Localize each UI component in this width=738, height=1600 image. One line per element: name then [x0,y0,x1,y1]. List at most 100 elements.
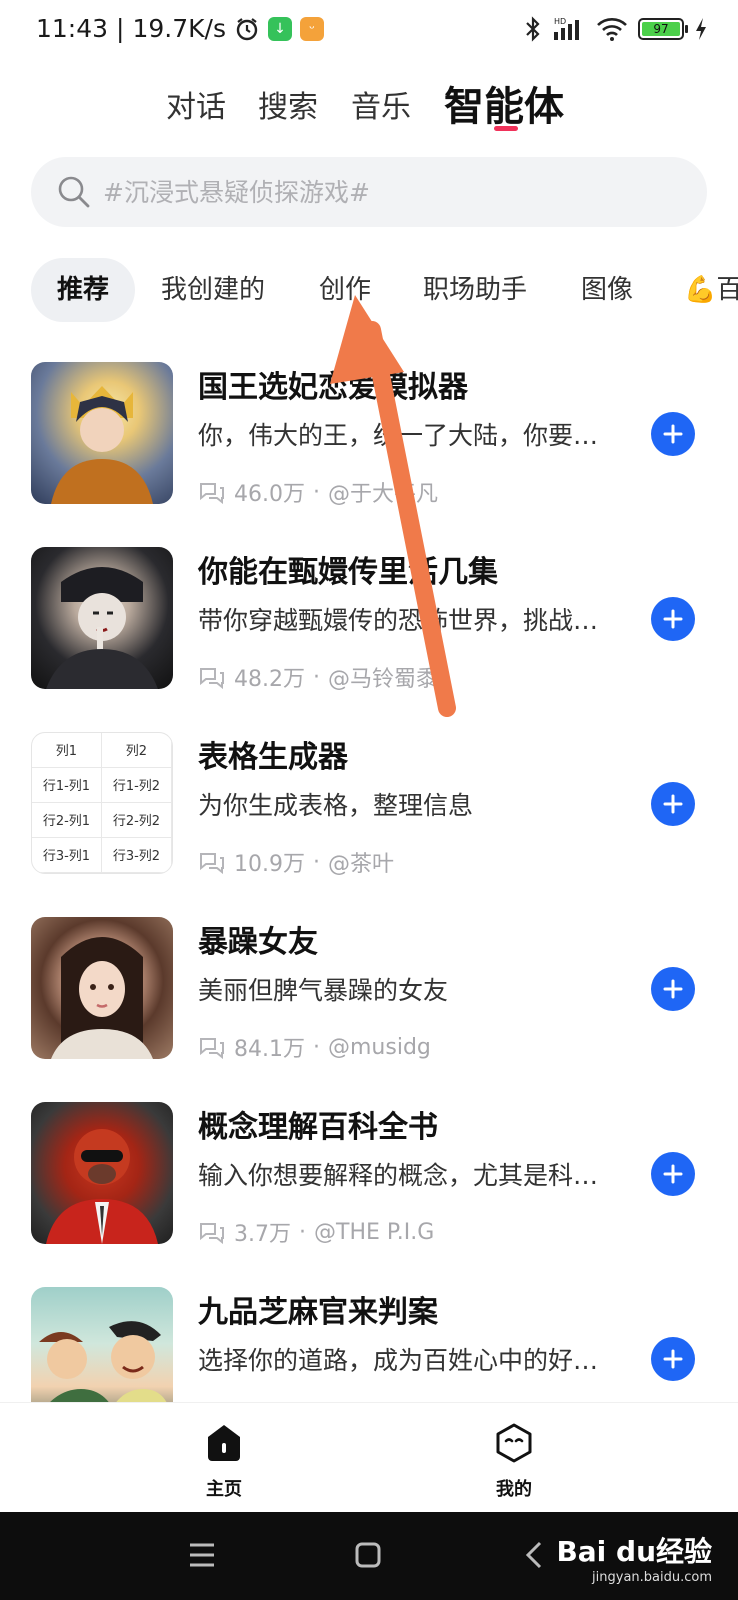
table-preview: 列1 列2 行1-列1 行1-列2 行2-列1 行2-列2 行3-列1 行3-列2 [32,733,172,873]
list-item[interactable]: 暴躁女友 美丽但脾气暴躁的女友 84.1万 · @musidg [0,895,738,1062]
bluetooth-icon [526,16,540,42]
status-divider: | [116,14,125,43]
agent-description: 输入你想要解释的概念，尤其是科… [198,1161,599,1190]
tab-chat[interactable]: 对话 [166,82,226,126]
table-cell: 行3-列2 [101,837,172,873]
status-time: 11:43 [36,14,109,43]
svg-text:HD: HD [554,17,566,26]
back-icon[interactable] [524,1540,544,1570]
search-icon [58,176,90,208]
chat-count: 48.2万 [234,667,305,692]
meta-separator: · [313,1034,320,1060]
add-agent-button[interactable] [651,1152,695,1196]
agent-avatar [31,547,173,689]
nav-home[interactable]: 主页 [174,1421,274,1501]
add-agent-button[interactable] [651,967,695,1011]
search-input[interactable] [103,177,663,207]
smile-app-icon: ᵕ [300,16,324,41]
baidu-watermark: Bai du经验 jingyan.baidu.com [556,1530,712,1585]
menu-icon[interactable] [188,1540,216,1570]
status-bar: 11:43 | 19.7K/s ↓ ᵕ HD 97 [0,0,738,64]
battery-icon: 97 [638,18,688,40]
meta-separator: · [313,479,320,505]
wifi-icon [597,18,627,41]
chat-count: 46.0万 [234,482,305,507]
home-square-icon[interactable] [354,1540,382,1570]
list-item[interactable]: 你能在甄嬛传里活几集 带你穿越甄嬛传的恐怖世界，挑战… 48.2万 · @马铃蜀… [0,525,738,692]
chat-count: 84.1万 [234,1037,305,1062]
agent-description: 选择你的道路，成为百姓心中的好… [198,1346,599,1375]
tab-search[interactable]: 搜索 [258,82,318,126]
chat-count-icon [200,853,224,874]
add-agent-button[interactable] [651,597,695,641]
top-tabs: 对话 搜索 音乐 智能体 [0,74,738,134]
category-recommend[interactable]: 推荐 [31,258,136,322]
agent-description: 带你穿越甄嬛传的恐怖世界，挑战… [198,606,599,635]
charging-icon [696,18,706,40]
category-my-created[interactable]: 我创建的 [161,258,265,322]
tab-agents[interactable]: 智能体 [444,74,564,132]
profile-face-icon [496,1423,532,1463]
download-app-icon: ↓ [268,16,292,41]
category-more[interactable]: 💪百 [684,258,738,322]
agent-meta: 3.7万 · @THE P.I.G [198,1216,434,1248]
agent-title: 概念理解百科全书 [198,1110,438,1145]
system-navigation-bar: Bai du经验 jingyan.baidu.com [0,1512,738,1600]
plus-icon [663,609,683,629]
meta-separator: · [313,849,320,875]
list-item[interactable]: 九品芝麻官来判案 选择你的道路，成为百姓心中的好… [0,1265,738,1429]
plus-icon [663,1349,683,1369]
table-cell: 列1 [32,733,102,768]
table-cell: 行1-列2 [101,767,172,803]
plus-icon [663,979,683,999]
bottom-navigation: 主页 我的 [0,1402,738,1512]
list-item[interactable]: 国王选妃恋爱模拟器 你，伟大的王，统一了大陆，你要… 46.0万 · @于大平凡 [0,340,738,507]
meta-separator: · [299,1219,306,1245]
category-creation[interactable]: 创作 [319,258,371,322]
table-cell: 行1-列1 [32,767,102,803]
category-tabs: 推荐 我创建的 创作 职场助手 图像 💪百 [0,258,738,322]
add-agent-button[interactable] [651,412,695,456]
table-cell: 列2 [101,733,172,768]
plus-icon [663,794,683,814]
chat-count-icon [200,1223,224,1244]
chat-count-icon [200,1038,224,1059]
nav-mine-label: 我的 [496,1479,532,1500]
agent-description: 为你生成表格，整理信息 [198,791,474,820]
table-cell: 行2-列2 [101,802,172,838]
agent-author: @THE P.I.G [314,1219,435,1245]
chat-count-icon [200,668,224,689]
watermark-url: jingyan.baidu.com [592,1570,712,1585]
status-speed: 19.7K/s [132,14,226,43]
agent-title: 暴躁女友 [198,925,318,960]
agent-author: @于大平凡 [328,482,439,507]
chat-count-icon [200,483,224,504]
list-item[interactable]: 列1 列2 行1-列1 行1-列2 行2-列1 行2-列2 行3-列1 行3-列2 表格… [0,710,738,877]
agent-title: 表格生成器 [198,740,348,775]
category-workplace[interactable]: 职场助手 [423,258,527,322]
meta-separator: · [313,664,320,690]
category-image[interactable]: 图像 [581,258,633,322]
nav-mine[interactable]: 我的 [464,1421,564,1501]
alarm-icon [236,17,258,40]
agent-meta: 48.2万 · @马铃蜀黍 [198,661,438,693]
agent-author: @musidg [328,1034,431,1060]
list-item[interactable]: 概念理解百科全书 输入你想要解释的概念，尤其是科… 3.7万 · @THE P.… [0,1080,738,1247]
agent-meta: 46.0万 · @于大平凡 [198,476,438,508]
watermark-brand: Bai du经验 [556,1535,712,1568]
add-agent-button[interactable] [651,782,695,826]
chat-count: 10.9万 [234,852,305,877]
agent-avatar: 列1 列2 行1-列1 行1-列2 行2-列1 行2-列2 行3-列1 行3-列2 [31,732,173,874]
add-agent-button[interactable] [651,1337,695,1381]
active-tab-indicator [494,126,518,131]
tab-music[interactable]: 音乐 [351,82,411,126]
search-bar[interactable] [31,157,707,227]
home-icon [208,1425,240,1461]
nav-home-label: 主页 [206,1479,242,1500]
agent-avatar [31,1102,173,1244]
agent-author: @茶叶 [328,852,395,877]
plus-icon [663,424,683,444]
signal-icon: HD [554,17,579,40]
agent-title: 九品芝麻官来判案 [198,1295,438,1330]
agent-meta: 84.1万 · @musidg [198,1031,431,1063]
